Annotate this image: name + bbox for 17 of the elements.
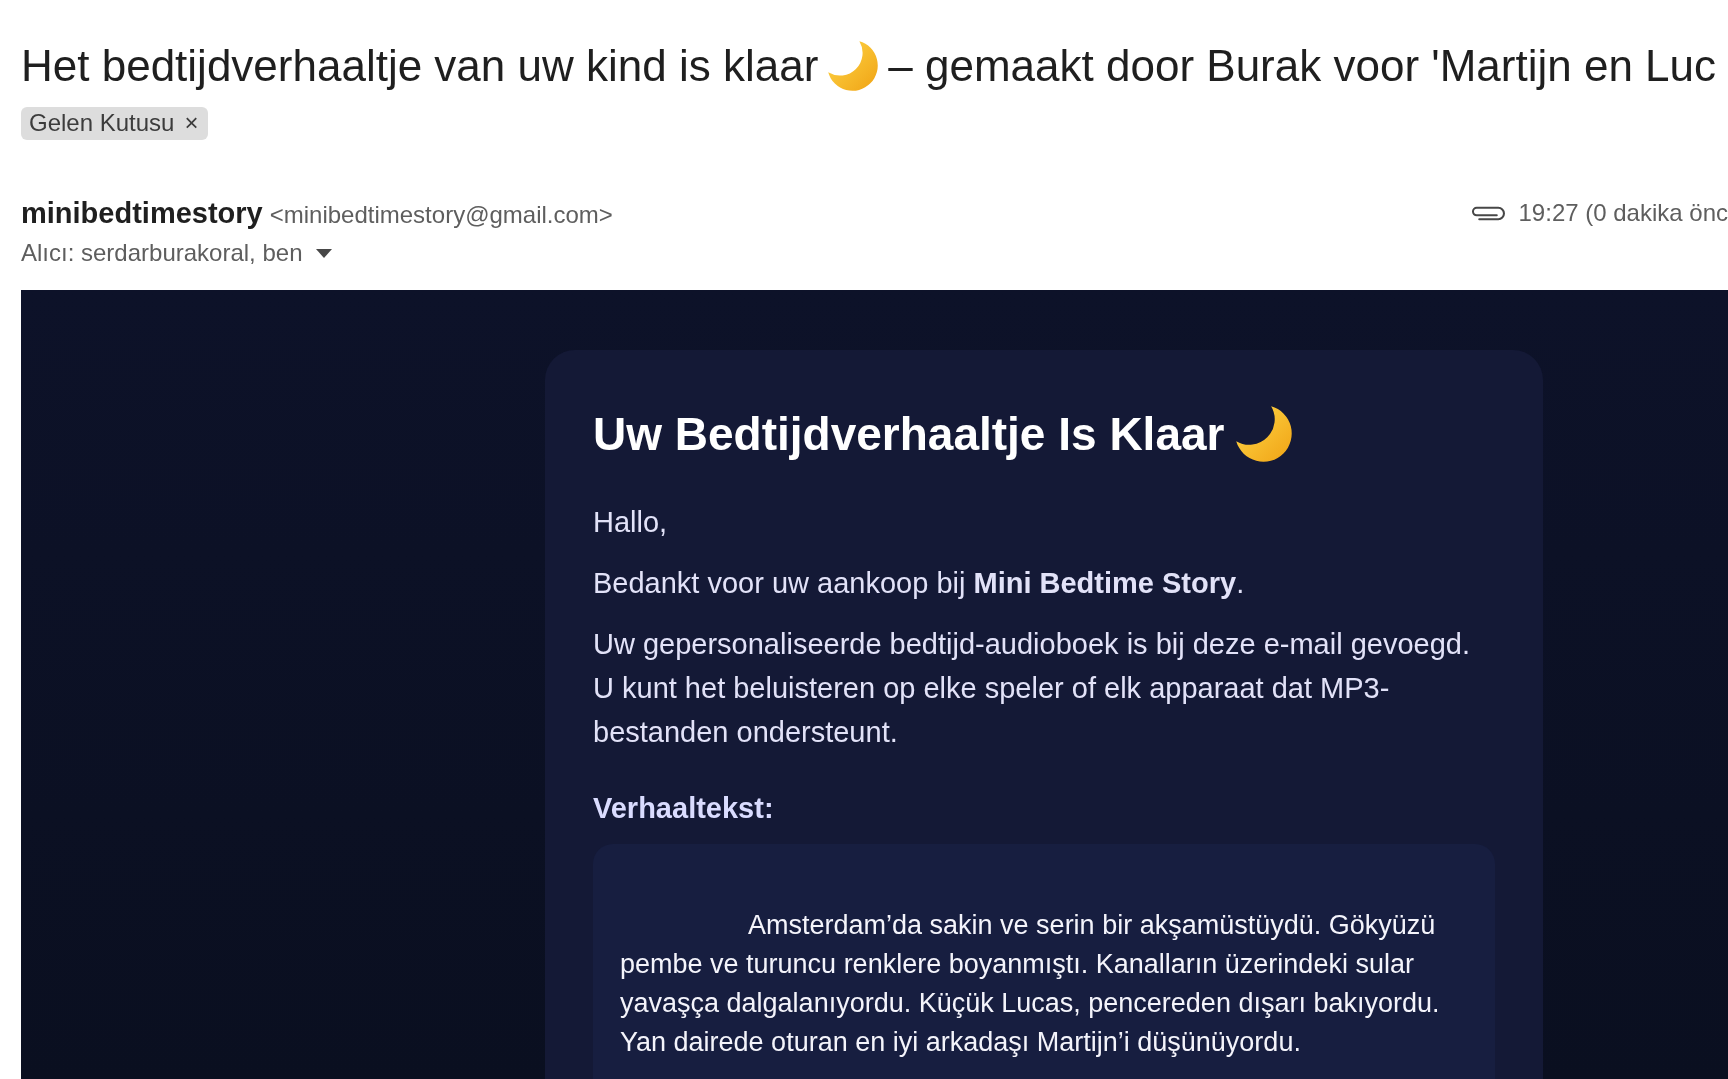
timestamp: 19:27 (0 dakika önc (1518, 198, 1728, 229)
paragraph-text: Uw gepersonaliseerde bedtijd-audioboek is bij deze e-mail gevoegd. U kunt het beluisteren op elke speler of elk apparaat dat MP3-bestanden ondersteunt. (593, 627, 1471, 751)
story-label: Verhaaltekst: (593, 791, 775, 827)
recipients-text: Alıcı: serdarburakoral, ben (21, 238, 303, 269)
label-name[interactable]: Gelen Kutusu (29, 108, 175, 138)
story-text: Amsterdam’da sakin ve serin bir akşamüstüydü. Gökyüzü pembe ve turuncu renklere boyanmıştı. Kanalların üzerindeki sular yavaşça dalgalanıyordu. Küçük Lucas, pencereden dışarı bakıyordu. Yan dairede oturan en iyi arkadaşı Martijn’i düşünüyordu. (620, 909, 1441, 1060)
message-heading: Uw Bedtijdverhaaltje Is Klaar (593, 406, 1225, 462)
paragraph-text: Hallo, (593, 505, 669, 541)
sender-email: <minibedtimestory@gmail.com> (269, 199, 613, 230)
moon-icon (1236, 406, 1293, 463)
remove-label-button[interactable]: × (174, 111, 199, 136)
paragraph-text: Bedankt voor uw aankoop bij Mini Bedtime Story. (593, 566, 1246, 602)
caret-icon[interactable] (316, 248, 333, 258)
sender-name: minibedtimestory (21, 195, 263, 231)
subject-text: – gemaakt door Burak voor 'Martijn en Luc (888, 40, 1717, 92)
moon-icon (828, 41, 879, 92)
subject-text: Het bedtijdverhaaltje van uw kind is klaar (21, 40, 819, 92)
